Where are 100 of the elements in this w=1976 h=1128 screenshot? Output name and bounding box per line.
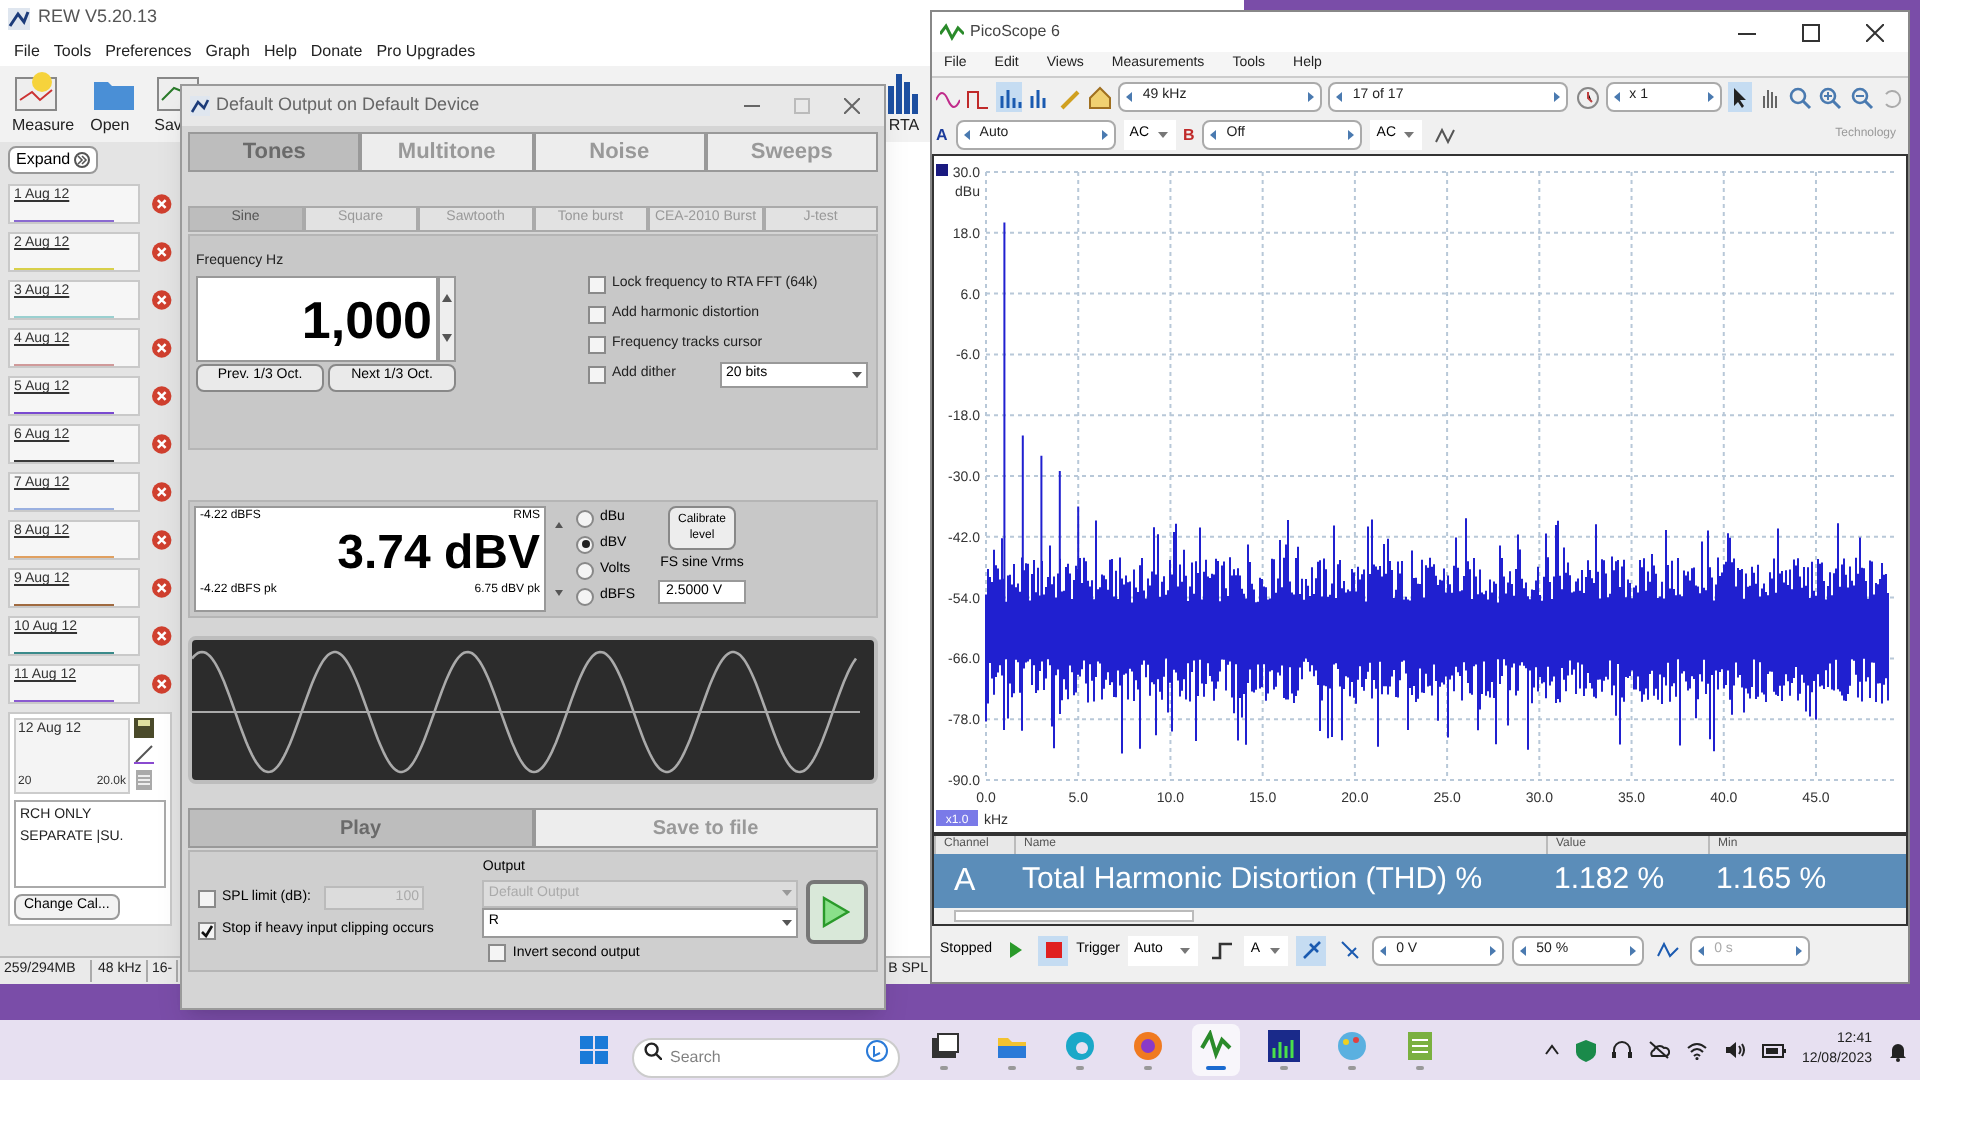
checkbox[interactable]: [588, 366, 606, 384]
caret-icon: [1402, 128, 1417, 142]
waveform-logo-icon: [940, 22, 964, 42]
stop-icon: [1041, 938, 1066, 962]
caret-icon: [1268, 943, 1283, 957]
remove-icon: [152, 482, 172, 502]
down-arrow-icon: [552, 588, 566, 600]
table-cell-text: A: [952, 861, 978, 901]
menu-item[interactable]: Preferences: [105, 39, 192, 63]
undo-zoom-icon: [1879, 85, 1904, 109]
scale-badge[interactable]: [936, 810, 978, 826]
toolbar-button[interactable]: RTA: [888, 70, 920, 138]
up-arrow-icon: [442, 293, 452, 302]
rising-edge-button[interactable]: [1296, 935, 1327, 965]
search-field[interactable]: Search: [632, 1037, 900, 1077]
zoom-out-icon: [1849, 85, 1874, 109]
menu-item[interactable]: Donate: [310, 39, 363, 63]
frequency-field[interactable]: 1,000: [196, 275, 438, 361]
cloud-off-icon: [1647, 1040, 1670, 1060]
zoom-in-icon: [1818, 85, 1843, 109]
radio-button[interactable]: [576, 561, 594, 579]
spinner[interactable]: [438, 275, 456, 361]
bar-chart-icon: [884, 70, 924, 114]
menu-item[interactable]: Graph: [205, 39, 250, 63]
remove-icon: [152, 194, 172, 214]
channel-label[interactable]: A: [936, 123, 948, 147]
checkbox[interactable]: [588, 336, 606, 354]
spectrum-options-icon: [1027, 85, 1052, 109]
window-title: PicoScope 6: [970, 20, 1062, 44]
stop-button[interactable]: [1038, 935, 1069, 965]
browser-icon: [1132, 1030, 1164, 1062]
window-title: REW V5.20.13: [38, 4, 158, 31]
zoom-in-button[interactable]: [1818, 82, 1844, 112]
remove-icon: [152, 338, 172, 358]
checkbox[interactable]: [488, 944, 507, 963]
app-logo-icon: [190, 96, 210, 116]
clock-icon: [1575, 85, 1600, 109]
down-arrow-icon: [442, 334, 452, 343]
shield-icon: [1575, 1039, 1596, 1061]
chevron-up-icon: [1543, 1044, 1560, 1056]
checkbox[interactable]: [198, 921, 216, 940]
waveform-icon: [1200, 1030, 1232, 1062]
remove-icon: [152, 578, 172, 598]
notification-bell-icon: [1888, 1039, 1908, 1061]
maximize-icon: [794, 98, 810, 114]
headset-icon: [1611, 1040, 1632, 1060]
channel-label[interactable]: B: [1183, 123, 1195, 147]
menu-item[interactable]: File: [14, 39, 40, 63]
horizontal-scrollbar[interactable]: [934, 908, 1906, 924]
checkbox[interactable]: [198, 889, 216, 907]
pointer-button[interactable]: [1727, 82, 1752, 112]
spectrum-mode-icon: [997, 85, 1022, 109]
menu-item[interactable]: Help: [263, 39, 297, 63]
task-view-icon: [928, 1030, 960, 1062]
start-button[interactable]: [805, 880, 868, 944]
remove-icon: [152, 290, 172, 310]
document-icon: [134, 770, 154, 790]
notepad-icon: [1404, 1030, 1436, 1062]
close-icon: [1866, 23, 1884, 41]
remove-icon: [152, 386, 172, 406]
battery-plug-icon: [1761, 1041, 1786, 1059]
falling-edge-icon: [1337, 938, 1362, 962]
menu-item[interactable]: Tools: [53, 39, 92, 63]
toolbar-button[interactable]: Open: [90, 70, 139, 138]
search-icon: [644, 1041, 662, 1059]
checkbox[interactable]: [588, 306, 606, 324]
trigger-settings-icon: [1209, 938, 1234, 962]
remove-icon: [152, 674, 172, 694]
equalizer-icon: [1268, 1030, 1300, 1062]
remove-icon: [152, 626, 172, 646]
home-icon: [1088, 85, 1113, 109]
clock-button[interactable]: [1574, 82, 1600, 112]
magnifier-button[interactable]: [1788, 82, 1813, 112]
radio-button[interactable]: [576, 535, 594, 553]
speaker-icon: [1723, 1040, 1746, 1060]
rising-edge-icon: [1299, 938, 1324, 962]
expand-button[interactable]: Expand: [8, 146, 99, 174]
wifi-icon: [1685, 1041, 1708, 1059]
palette-icon: [1336, 1030, 1368, 1062]
menu-item[interactable]: Pro Upgrades: [376, 39, 476, 63]
save-icon: [134, 718, 154, 738]
windows-logo-icon: [580, 1036, 608, 1064]
zoom-out-button[interactable]: [1849, 82, 1874, 112]
radio-button[interactable]: [576, 587, 594, 605]
magnifier-icon: [1788, 85, 1813, 109]
radio-button[interactable]: [576, 509, 594, 527]
pen-icon: [134, 744, 154, 764]
check-icon: [200, 923, 214, 938]
checkbox[interactable]: [588, 276, 606, 294]
window-title: Default Output on Default Device: [216, 92, 482, 119]
table-cell-text: Total Harmonic Distortion (THD) %: [1020, 860, 1485, 901]
spectrum-mode-button[interactable]: [996, 82, 1022, 112]
table-row[interactable]: A Total Harmonic Distortion (THD) % 1.182 % 1.165 %: [934, 854, 1906, 908]
channel-marker-icon: [936, 164, 948, 176]
table-cell-text: 1.165 %: [1714, 860, 1829, 901]
home-button[interactable]: [1088, 82, 1113, 112]
toolbar-button[interactable]: Measure: [12, 70, 75, 138]
up-arrow-icon: [552, 518, 566, 530]
remove-icon: [152, 242, 172, 262]
remove-icon: [152, 530, 172, 550]
